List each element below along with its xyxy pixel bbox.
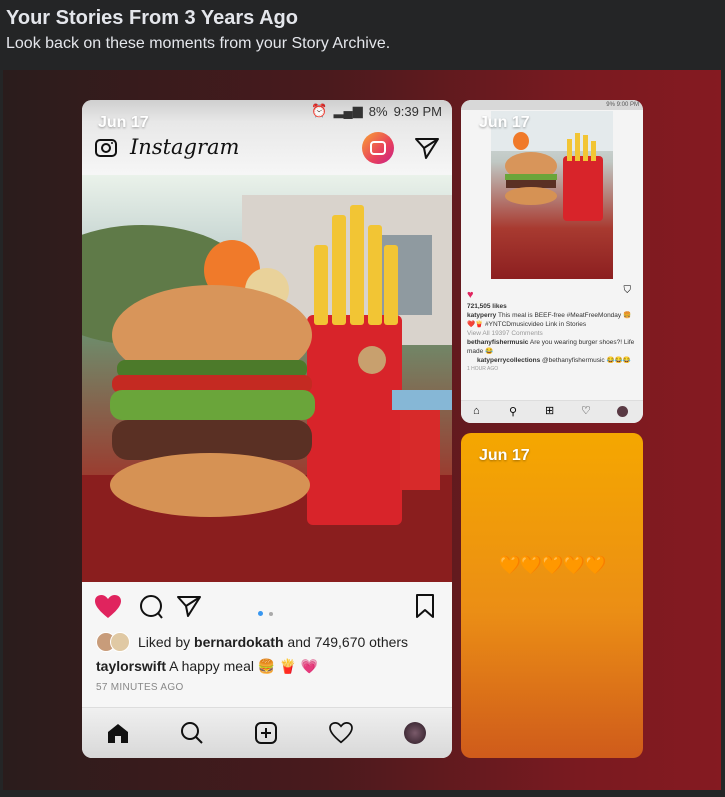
liked-by-text: Liked by xyxy=(138,634,191,650)
search-icon[interactable] xyxy=(180,721,204,745)
story-card-text[interactable]: Jun 17 🧡🧡🧡🧡🧡 xyxy=(461,433,643,758)
post-caption-text: A happy meal 🍔 🍟 💗 xyxy=(169,658,318,674)
post-actions xyxy=(82,586,452,626)
hearts-text: 🧡🧡🧡🧡🧡 xyxy=(498,555,606,575)
profile-avatar xyxy=(617,406,628,417)
story-date: Jun 17 xyxy=(479,447,530,464)
post-username[interactable]: taylorswift xyxy=(96,658,166,674)
instagram-logo: Instagram xyxy=(130,135,240,159)
story-card-main[interactable]: Jun 17 ⏰ ▂▄▆ 8% 9:39 PM Instagram Liked … xyxy=(82,100,452,758)
signal-icon: ▂▄▆ xyxy=(333,103,363,118)
likes-count: 721,505 likes xyxy=(467,303,507,310)
home-icon: ⌂ xyxy=(473,405,480,417)
home-icon[interactable] xyxy=(106,722,130,744)
add-post-icon: ⊞ xyxy=(545,405,555,417)
post-time: 1 HOUR AGO xyxy=(467,366,499,372)
story-date: Jun 17 xyxy=(98,114,149,131)
status-time: 9:00 PM xyxy=(616,102,639,108)
activity-heart-icon: ♡ xyxy=(581,405,591,417)
battery-percent: 8% xyxy=(368,103,388,119)
story-date: Jun 17 xyxy=(479,114,530,131)
avatar xyxy=(110,632,130,652)
activity-heart-icon[interactable] xyxy=(328,722,354,744)
comment-user: katyperrycollections xyxy=(477,357,541,364)
comment-user: bethanyfishermusic xyxy=(467,339,529,346)
carousel-dots xyxy=(258,603,274,621)
add-post-icon[interactable] xyxy=(254,721,278,745)
share-icon[interactable] xyxy=(176,594,202,618)
bookmark-icon: ⛉ xyxy=(623,285,632,296)
liked-by-row: Liked by bernardokath and 749,670 others xyxy=(96,632,408,652)
header: Your Stories From 3 Years Ago Look back … xyxy=(6,6,390,55)
page-title: Your Stories From 3 Years Ago xyxy=(6,7,298,29)
story-panel: Jun 17 ⏰ ▂▄▆ 8% 9:39 PM Instagram Liked … xyxy=(3,70,721,790)
alarm-icon: ⏰ xyxy=(311,103,328,118)
story-photo xyxy=(491,111,613,279)
profile-avatar[interactable] xyxy=(404,722,426,744)
heart-icon[interactable] xyxy=(94,594,122,620)
post-time: 57 MINUTES AGO xyxy=(96,682,184,693)
search-icon: ⚲ xyxy=(509,406,518,418)
comment-icon[interactable] xyxy=(138,594,164,620)
bookmark-icon[interactable] xyxy=(414,593,436,619)
thumbnail-post-text: 721,505 likes katyperry This meal is BEE… xyxy=(467,302,637,374)
liked-by-rest: and 749,670 others xyxy=(287,634,409,650)
igtv-icon xyxy=(362,132,394,164)
bottom-nav: ⌂ ⚲ ⊞ ♡ xyxy=(461,400,643,423)
post-username: katyperry xyxy=(467,312,497,319)
page-subtitle: Look back on these moments from your Sto… xyxy=(6,35,391,52)
comment-text: @bethanyfishermusic 😂😂😂 xyxy=(542,357,631,364)
story-photo xyxy=(82,175,452,582)
heart-icon: ♥ xyxy=(467,289,474,301)
post-caption: taylorswift A happy meal 🍔 🍟 💗 xyxy=(96,658,318,675)
camera-icon xyxy=(95,139,117,157)
send-icon xyxy=(415,138,439,159)
phone-status-bar: 9% 9:00 PM xyxy=(461,100,643,110)
battery-percent: 9% xyxy=(606,102,615,108)
status-time: 9:39 PM xyxy=(393,103,442,119)
thumbnail-actions: ♥ ⛉ xyxy=(467,285,637,301)
story-card-thumbnail[interactable]: Jun 17 9% 9:00 PM ♥ ⛉ 721,505 likes katy… xyxy=(461,100,643,423)
bottom-nav xyxy=(82,707,452,758)
view-comments: View All 19397 Comments xyxy=(467,330,543,337)
liked-by-user[interactable]: bernardokath xyxy=(194,634,283,650)
